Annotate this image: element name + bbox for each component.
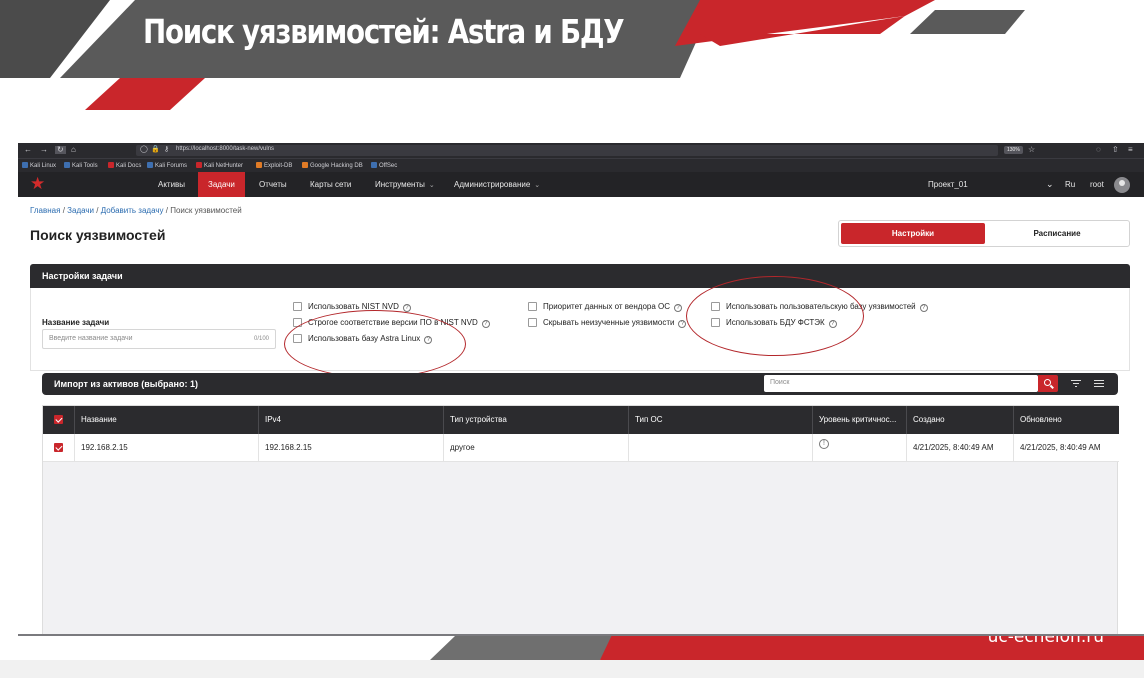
option-hide-unstudied[interactable]: Скрывать неизученные уязвимости? [528, 318, 687, 328]
cell-criticality: ! [812, 434, 906, 462]
app-screenshot: ← → ↻ ⌂ ◯ 🔒 ⚷ https://localhost:8000/tas… [18, 143, 1144, 636]
column-header-updated[interactable]: Обновлено [1013, 406, 1119, 434]
avatar[interactable] [1114, 177, 1130, 193]
row-checkbox[interactable] [54, 443, 63, 452]
table-header: Название IPv4 Тип устройства Тип ОС Уров… [43, 406, 1119, 434]
column-header-created[interactable]: Создано [906, 406, 1013, 434]
bookmark-item[interactable]: Kali Tools [64, 162, 98, 169]
nav-item-reports[interactable]: Отчеты [249, 172, 297, 197]
option-vendor-priority[interactable]: Приоритет данных от вендора ОС? [528, 302, 683, 312]
reload-icon[interactable]: ↻ [55, 146, 66, 154]
slide: Поиск уязвимостей: Astra и БДУ uc-echelo… [0, 0, 1144, 678]
column-header-criticality[interactable]: Уровень критичнос... [812, 406, 906, 434]
nav-item-assets[interactable]: Активы [148, 172, 195, 197]
cell-os-type [628, 434, 812, 462]
cell-updated: 4/21/2025, 8:40:49 AM [1013, 434, 1119, 462]
filter-icon[interactable] [1071, 380, 1081, 388]
help-icon[interactable]: ? [481, 320, 490, 328]
bookmark-item[interactable]: Kali Forums [147, 162, 187, 169]
zoom-badge[interactable]: 130% [1004, 146, 1023, 154]
breadcrumb-separator: / [62, 206, 65, 215]
bookmarks-bar: Kali Linux Kali Tools Kali Docs Kali For… [18, 158, 1144, 172]
bookmark-item[interactable]: Kali Linux [22, 162, 56, 169]
breadcrumb-current: Поиск уязвимостей [170, 206, 242, 215]
criticality-info-icon[interactable]: ! [819, 439, 829, 449]
extensions-icon[interactable]: ⇧ [1112, 146, 1119, 154]
highlight-ellipse-astra [284, 310, 466, 378]
help-icon[interactable]: ? [678, 320, 687, 328]
page-title: Поиск уязвимостей [30, 227, 166, 243]
bookmark-star-icon[interactable]: ☆ [1028, 146, 1035, 154]
cell-device-type: другое [443, 434, 628, 462]
column-header-device-type[interactable]: Тип устройства [443, 406, 628, 434]
column-header-name[interactable]: Название [74, 406, 258, 434]
url-text[interactable]: https://localhost:8000/task-new/vulns [176, 146, 274, 152]
nav-item-administration[interactable]: Администрирование ⌄ [444, 172, 550, 197]
assets-table: Название IPv4 Тип устройства Тип ОС Уров… [42, 405, 1119, 636]
tab-schedule[interactable]: Расписание [987, 223, 1127, 244]
app-navbar: ★ Активы Задачи Отчеты Карты сети Инстру… [18, 172, 1144, 197]
bookmark-item[interactable]: Exploit-DB [256, 162, 292, 169]
task-name-placeholder: Введите название задачи [49, 335, 133, 342]
task-name-counter: 0/100 [253, 336, 269, 342]
slide-title: Поиск уязвимостей: Astra и БДУ [143, 12, 625, 51]
back-icon[interactable]: ← [24, 146, 32, 154]
view-tabs: Настройки Расписание [838, 220, 1130, 247]
breadcrumb-separator: / [165, 206, 168, 215]
breadcrumb-add-task[interactable]: Добавить задачу [101, 206, 164, 215]
project-selector[interactable]: Проект_01 [918, 172, 978, 197]
pocket-icon[interactable]: ◌ [1096, 146, 1101, 154]
task-name-input[interactable]: Введите название задачи 0/100 [42, 329, 276, 349]
help-icon[interactable]: ? [919, 304, 928, 312]
red-star-icon[interactable]: ★ [30, 175, 45, 193]
vendor-priority-checkbox[interactable] [528, 302, 537, 311]
table-row[interactable]: 192.168.2.15 192.168.2.15 другое ! 4/21/… [43, 434, 1119, 462]
nav-item-tasks[interactable]: Задачи [198, 172, 245, 197]
bookmark-item[interactable]: Kali Docs [108, 162, 141, 169]
task-settings-header: Настройки задачи [30, 264, 1130, 288]
forward-icon[interactable]: → [40, 146, 48, 154]
home-icon[interactable]: ⌂ [71, 146, 76, 154]
cell-ipv4: 192.168.2.15 [258, 434, 443, 462]
chevron-down-icon: ⌄ [534, 182, 541, 189]
breadcrumb-separator: / [96, 206, 99, 215]
cell-name: 192.168.2.15 [74, 434, 258, 462]
tab-settings[interactable]: Настройки [841, 223, 985, 244]
nist-nvd-checkbox[interactable] [293, 302, 302, 311]
select-all-checkbox[interactable] [54, 415, 63, 424]
highlight-ellipse-bdu [686, 276, 864, 356]
breadcrumb-tasks[interactable]: Задачи [67, 206, 94, 215]
chevron-down-icon: ⌄ [428, 182, 435, 189]
user-name[interactable]: root [1080, 172, 1114, 197]
menu-icon[interactable]: ≡ [1128, 146, 1133, 154]
column-header-ipv4[interactable]: IPv4 [258, 406, 443, 434]
key-icon: ⚷ [164, 146, 170, 153]
hide-unstudied-checkbox[interactable] [528, 318, 537, 327]
lock-icon: 🔒 [151, 146, 160, 153]
search-placeholder: Поиск [770, 379, 790, 386]
help-icon[interactable]: ? [674, 304, 683, 312]
browser-toolbar: ← → ↻ ⌂ ◯ 🔒 ⚷ https://localhost:8000/tas… [18, 143, 1144, 158]
bookmark-item[interactable]: Google Hacking DB [302, 162, 363, 169]
nav-item-tools[interactable]: Инструменты ⌄ [365, 172, 445, 197]
task-name-label: Название задачи [42, 318, 110, 327]
breadcrumb-home[interactable]: Главная [30, 206, 60, 215]
bookmark-item[interactable]: OffSec [371, 162, 397, 169]
column-header-os-type[interactable]: Тип ОС [628, 406, 812, 434]
bookmark-item[interactable]: Kali NetHunter [196, 162, 243, 169]
columns-settings-icon[interactable] [1094, 380, 1104, 388]
shield-icon: ◯ [140, 146, 148, 153]
breadcrumb: Главная / Задачи / Добавить задачу / Пои… [30, 206, 242, 215]
search-input[interactable]: Поиск [764, 375, 1038, 392]
nav-item-network-maps[interactable]: Карты сети [300, 172, 361, 197]
screenshot-border [18, 634, 1144, 636]
search-icon[interactable] [1038, 375, 1058, 392]
cell-created: 4/21/2025, 8:40:49 AM [906, 434, 1013, 462]
